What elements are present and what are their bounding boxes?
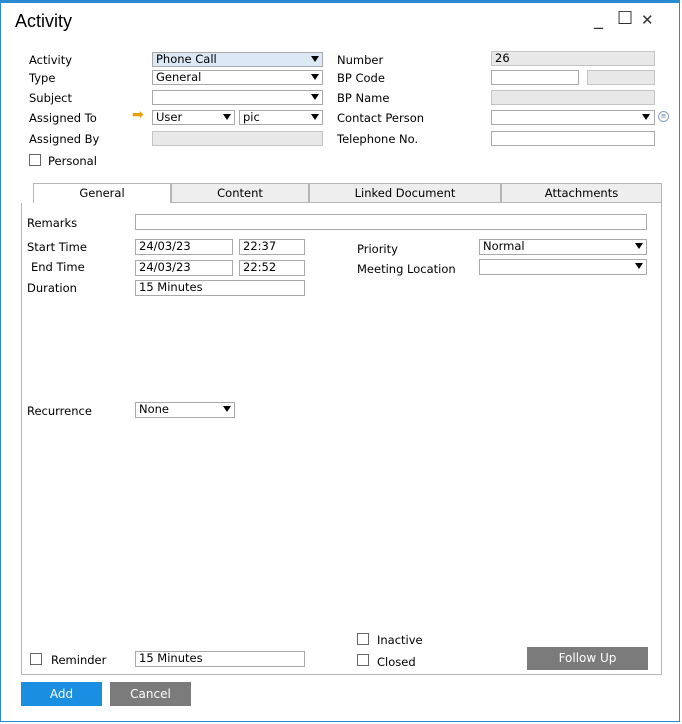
priority-value: Normal	[483, 239, 525, 253]
subject-label: Subject	[29, 91, 72, 105]
telephone-input[interactable]	[491, 131, 655, 146]
end-time-label: End Time	[31, 260, 85, 274]
recurrence-label: Recurrence	[27, 404, 92, 418]
list-icon[interactable]: ≡	[658, 111, 669, 122]
window-title: Activity	[15, 11, 73, 31]
chevron-down-icon	[223, 406, 231, 412]
bp-code-input[interactable]	[491, 70, 579, 85]
telephone-label: Telephone No.	[337, 132, 419, 146]
contact-person-label: Contact Person	[337, 111, 425, 125]
tab-content[interactable]: Content	[171, 183, 309, 203]
bp-name-field	[491, 90, 655, 105]
duration-label: Duration	[27, 281, 77, 295]
priority-select[interactable]: Normal	[479, 239, 647, 255]
assigned-to-value: pic	[243, 110, 260, 124]
type-label: Type	[29, 71, 56, 85]
recurrence-value: None	[139, 402, 170, 416]
cancel-button[interactable]: Cancel	[110, 682, 191, 706]
personal-checkbox[interactable]	[29, 154, 41, 166]
closed-checkbox[interactable]	[357, 654, 369, 666]
duration-input[interactable]: 15 Minutes	[135, 280, 305, 296]
reminder-label: Reminder	[51, 653, 107, 667]
chevron-down-icon	[311, 94, 319, 100]
type-value: General	[156, 70, 202, 84]
number-field: 26	[491, 51, 655, 66]
end-date-input[interactable]: 24/03/23	[135, 260, 233, 276]
activity-select[interactable]: Phone Call	[152, 52, 323, 67]
bp-name-label: BP Name	[337, 91, 390, 105]
priority-label: Priority	[357, 242, 398, 256]
tab-linked-document[interactable]: Linked Document	[309, 183, 501, 203]
recurrence-select[interactable]: None	[135, 402, 235, 418]
meeting-location-label: Meeting Location	[357, 262, 456, 276]
tab-bar: General Content Linked Document Attachme…	[33, 183, 662, 204]
reminder-input[interactable]: 15 Minutes	[135, 651, 305, 667]
contact-person-select[interactable]	[491, 110, 655, 125]
follow-up-button[interactable]: Follow Up	[527, 647, 648, 670]
maximize-button[interactable]: ☐	[617, 8, 633, 29]
subject-select[interactable]	[152, 90, 323, 105]
chevron-down-icon	[311, 56, 319, 62]
activity-value: Phone Call	[156, 52, 217, 66]
assigned-by-field	[152, 131, 323, 146]
closed-label: Closed	[377, 655, 416, 669]
tab-attachments[interactable]: Attachments	[501, 183, 662, 203]
activity-window: Activity _ ☐ ✕ Activity Phone Call Type …	[0, 0, 680, 722]
tab-general[interactable]: General	[33, 183, 171, 204]
chevron-down-icon	[635, 263, 643, 269]
inactive-checkbox[interactable]	[357, 633, 369, 645]
inactive-label: Inactive	[377, 633, 423, 647]
reminder-checkbox[interactable]	[30, 653, 42, 665]
remarks-label: Remarks	[27, 216, 78, 230]
chevron-down-icon	[642, 114, 650, 120]
bp-code-label: BP Code	[337, 71, 385, 85]
add-button[interactable]: Add	[21, 682, 102, 706]
activity-label: Activity	[29, 53, 73, 67]
assigned-to-type-select[interactable]: User	[152, 110, 235, 125]
close-button[interactable]: ✕	[641, 11, 654, 29]
end-time-input[interactable]: 22:52	[239, 260, 305, 276]
chevron-down-icon	[635, 243, 643, 249]
assigned-to-select[interactable]: pic	[239, 110, 323, 125]
chevron-down-icon	[311, 74, 319, 80]
meeting-location-select[interactable]	[479, 259, 647, 275]
start-date-input[interactable]: 24/03/23	[135, 239, 233, 255]
type-select[interactable]: General	[152, 70, 323, 85]
minimize-button[interactable]: _	[594, 9, 603, 30]
start-time-label: Start Time	[27, 240, 87, 254]
bp-code-secondary-field	[587, 70, 655, 85]
assigned-by-label: Assigned By	[29, 132, 100, 146]
link-arrow-icon[interactable]: ➡	[132, 107, 144, 123]
personal-label: Personal	[48, 154, 97, 168]
chevron-down-icon	[223, 114, 231, 120]
start-time-input[interactable]: 22:37	[239, 239, 305, 255]
remarks-input[interactable]	[135, 214, 647, 230]
number-label: Number	[337, 53, 384, 67]
assigned-to-type-value: User	[156, 110, 183, 124]
assigned-to-label: Assigned To	[29, 111, 97, 125]
chevron-down-icon	[311, 114, 319, 120]
